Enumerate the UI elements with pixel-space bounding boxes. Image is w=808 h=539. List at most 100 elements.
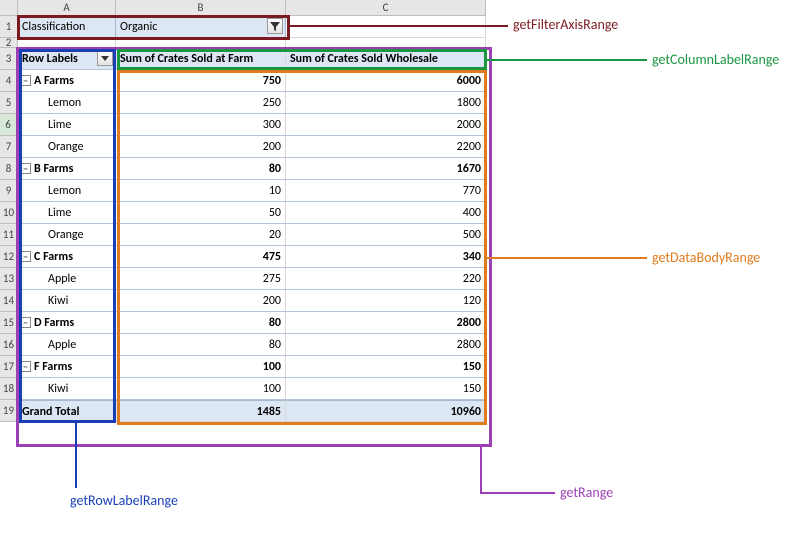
grand-total-v1[interactable]: 1485 [116, 400, 286, 422]
table-row: 15−D Farms802800 [0, 312, 486, 334]
value-cell[interactable]: 120 [286, 290, 486, 312]
row-label: Orange [48, 228, 83, 242]
collapse-icon[interactable]: − [20, 251, 31, 262]
value-cell[interactable]: 10 [116, 180, 286, 202]
row-header[interactable]: 7 [0, 136, 18, 158]
farm-label-cell[interactable]: −C Farms [18, 246, 116, 268]
value-cell[interactable]: 100 [116, 356, 286, 378]
value-cell[interactable]: 770 [286, 180, 486, 202]
value-cell[interactable]: 400 [286, 202, 486, 224]
farm-label-cell[interactable]: −B Farms [18, 158, 116, 180]
item-label-cell[interactable]: Lime [18, 114, 116, 136]
row-header[interactable]: 13 [0, 268, 18, 290]
row-header[interactable]: 18 [0, 378, 18, 400]
row-label: F Farms [34, 360, 72, 374]
farm-label-cell[interactable]: −A Farms [18, 70, 116, 92]
item-label-cell[interactable]: Lemon [18, 92, 116, 114]
value-cell[interactable]: 20 [116, 224, 286, 246]
item-label-cell[interactable]: Orange [18, 136, 116, 158]
select-all-cell[interactable] [0, 0, 18, 16]
row-header[interactable]: 14 [0, 290, 18, 312]
farm-label-cell[interactable]: −F Farms [18, 356, 116, 378]
row-header[interactable]: 9 [0, 180, 18, 202]
value-cell[interactable]: 80 [116, 158, 286, 180]
value-cell[interactable]: 2800 [286, 312, 486, 334]
value-cell[interactable]: 250 [116, 92, 286, 114]
collapse-icon[interactable]: − [20, 163, 31, 174]
row-header[interactable]: 2 [0, 38, 18, 48]
value-cell[interactable]: 1800 [286, 92, 486, 114]
grand-total-label[interactable]: Grand Total [18, 400, 116, 422]
row-1: 1 Classification Organic [0, 16, 486, 38]
cell[interactable] [116, 38, 286, 48]
callout-row-label-range: getRowLabelRange [70, 492, 178, 509]
filter-dropdown-button[interactable] [267, 18, 283, 34]
row-header[interactable]: 1 [0, 16, 18, 38]
row-label: Kiwi [48, 382, 68, 396]
cell[interactable] [286, 38, 486, 48]
row-3: 3 Row Labels Sum of Crates Sold at Farm … [0, 48, 486, 70]
row-header[interactable]: 19 [0, 400, 18, 422]
item-label-cell[interactable]: Lemon [18, 180, 116, 202]
value-cell[interactable]: 300 [116, 114, 286, 136]
item-label-cell[interactable]: Apple [18, 334, 116, 356]
value-cell[interactable]: 2800 [286, 334, 486, 356]
cell[interactable] [18, 38, 116, 48]
value-cell[interactable]: 200 [116, 136, 286, 158]
col-header-c[interactable]: C [286, 0, 486, 16]
row-header[interactable]: 5 [0, 92, 18, 114]
value-cell[interactable]: 1670 [286, 158, 486, 180]
item-label-cell[interactable]: Apple [18, 268, 116, 290]
item-label-cell[interactable]: Lime [18, 202, 116, 224]
filter-label-cell[interactable]: Classification [18, 16, 116, 38]
row-header[interactable]: 11 [0, 224, 18, 246]
collapse-icon[interactable]: − [20, 317, 31, 328]
value-cell[interactable]: 2000 [286, 114, 486, 136]
row-header[interactable]: 15 [0, 312, 18, 334]
cell[interactable] [286, 16, 486, 38]
callout-range: getRange [560, 484, 613, 501]
value-cell[interactable]: 100 [116, 378, 286, 400]
row-header[interactable]: 12 [0, 246, 18, 268]
value-cell[interactable]: 220 [286, 268, 486, 290]
row-header[interactable]: 17 [0, 356, 18, 378]
row-header[interactable]: 3 [0, 48, 18, 70]
value-cell[interactable]: 6000 [286, 70, 486, 92]
row-label: Lime [48, 206, 71, 220]
callout-data-body-range: getDataBodyRange [652, 249, 760, 266]
row-labels-header[interactable]: Row Labels [18, 48, 116, 70]
value-cell[interactable]: 200 [116, 290, 286, 312]
line [480, 492, 555, 494]
row-header[interactable]: 10 [0, 202, 18, 224]
col-header-a[interactable]: A [18, 0, 116, 16]
value-cell[interactable]: 500 [286, 224, 486, 246]
row-header[interactable]: 16 [0, 334, 18, 356]
value-cell[interactable]: 80 [116, 312, 286, 334]
value-cell[interactable]: 275 [116, 268, 286, 290]
collapse-icon[interactable]: − [20, 361, 31, 372]
row-header[interactable]: 4 [0, 70, 18, 92]
value-cell[interactable]: 340 [286, 246, 486, 268]
table-row: 4−A Farms7506000 [0, 70, 486, 92]
collapse-icon[interactable]: − [20, 75, 31, 86]
col1-header[interactable]: Sum of Crates Sold at Farm [116, 48, 286, 70]
item-label-cell[interactable]: Kiwi [18, 290, 116, 312]
value-cell[interactable]: 150 [286, 378, 486, 400]
farm-label-cell[interactable]: −D Farms [18, 312, 116, 334]
value-cell[interactable]: 750 [116, 70, 286, 92]
col-header-b[interactable]: B [116, 0, 286, 16]
row-header[interactable]: 8 [0, 158, 18, 180]
grand-total-v2[interactable]: 10960 [286, 400, 486, 422]
value-cell[interactable]: 50 [116, 202, 286, 224]
row-labels-dropdown[interactable] [97, 50, 113, 66]
value-cell[interactable]: 2200 [286, 136, 486, 158]
row-label: D Farms [34, 316, 74, 330]
filter-value-cell[interactable]: Organic [116, 16, 286, 38]
value-cell[interactable]: 150 [286, 356, 486, 378]
item-label-cell[interactable]: Orange [18, 224, 116, 246]
value-cell[interactable]: 475 [116, 246, 286, 268]
col2-header[interactable]: Sum of Crates Sold Wholesale [286, 48, 486, 70]
value-cell[interactable]: 80 [116, 334, 286, 356]
row-header[interactable]: 6 [0, 114, 18, 136]
item-label-cell[interactable]: Kiwi [18, 378, 116, 400]
